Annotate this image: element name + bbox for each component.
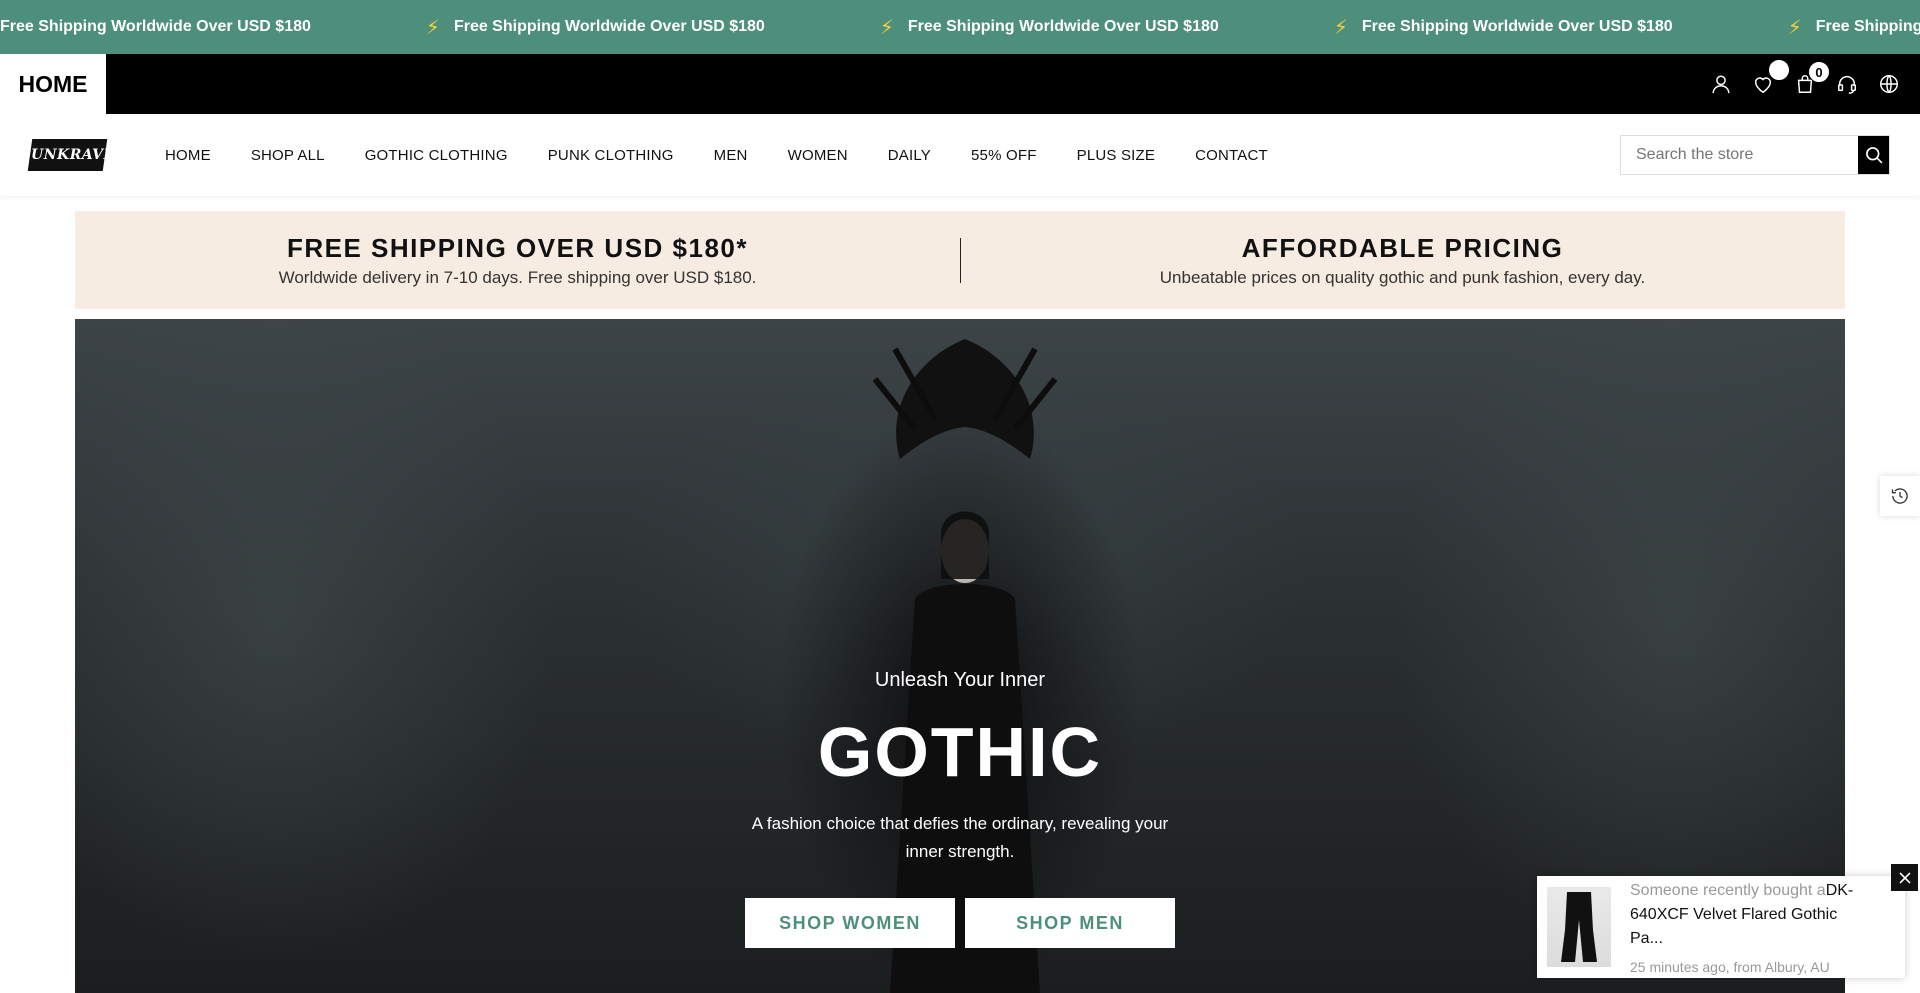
promo-free-shipping: FREE SHIPPING OVER USD $180* Worldwide d… [75,211,960,309]
nav-item-plus-size[interactable]: PLUS SIZE [1077,147,1156,164]
top-bar: HOME 0 [0,54,1920,114]
toast-prefix: Someone recently bought a [1630,882,1826,899]
search-button[interactable] [1858,136,1889,174]
punkrave-logo[interactable]: PUNKRAVE [20,139,115,171]
promo-subtitle: Unbeatable prices on quality gothic and … [1159,267,1646,287]
hero-description: A fashion choice that defies the ordinar… [751,814,1169,861]
nav-item-contact[interactable]: CONTACT [1195,147,1268,164]
recently-viewed-button[interactable] [1880,476,1920,516]
promo-strip: FREE SHIPPING OVER USD $180* Worldwide d… [75,211,1845,309]
toast-message: Someone recently bought aDK-640XCF Velve… [1630,879,1870,951]
nav-links: HOME SHOP ALL GOTHIC CLOTHING PUNK CLOTH… [165,114,1308,196]
search-icon [1865,147,1883,164]
promo-divider [960,238,961,283]
nav-item-gothic-clothing[interactable]: GOTHIC CLOTHING [365,147,508,164]
nav-item-shop-all[interactable]: SHOP ALL [251,147,325,164]
announcement-item: ⚡ Free Shipping Worldwide Over USD $180 [1788,15,1920,40]
nav-item-55-off[interactable]: 55% OFF [971,147,1037,164]
nav-item-daily[interactable]: DAILY [888,147,931,164]
promo-title: FREE SHIPPING OVER USD $180* [286,232,749,263]
toast-close-button[interactable] [1891,864,1918,891]
announcement-text: Free Shipping Worldwide Over USD $180 [907,18,1219,35]
nav-item-men[interactable]: MEN [714,147,748,164]
promo-affordable-pricing: AFFORDABLE PRICING Unbeatable prices on … [960,211,1845,309]
toast-meta: 25 minutes ago, from Albury, AU [1630,959,1830,975]
wishlist-icon[interactable] [1752,59,1790,95]
close-icon [1898,871,1911,884]
nav-item-punk-clothing[interactable]: PUNK CLOTHING [548,147,674,164]
announcement-text: Free Shipping Worldwide Over USD $180 [1361,18,1673,35]
announcement-item: Free Shipping Worldwide Over USD $180 [0,18,426,36]
hero-buttons: SHOP WOMEN SHOP MEN [745,898,1175,948]
history-icon [1891,488,1908,504]
cart-icon[interactable]: 0 [1794,61,1830,95]
shop-men-button[interactable]: SHOP MEN [965,898,1175,948]
search-bar [1620,135,1890,175]
home-tab[interactable]: HOME [0,54,106,114]
promo-title: AFFORDABLE PRICING [1241,232,1564,263]
announcement-text: Free Shipping Worldwide Over USD $180 [0,18,311,35]
announcement-text: Free Shipping Worldwide Over USD $180 [1815,18,1920,35]
hero-model-image [872,339,1058,993]
cart-count-badge: 0 [1808,61,1830,83]
hero-content: Unleash Your Inner GOTHIC A fashion choi… [75,669,1845,866]
globe-icon[interactable] [1878,73,1900,95]
wishlist-count-badge [1768,59,1790,81]
nav-item-home[interactable]: HOME [165,147,211,164]
announcement-text: Free Shipping Worldwide Over USD $180 [453,18,765,35]
promo-subtitle: Worldwide delivery in 7-10 days. Free sh… [278,267,757,287]
announcement-item: ⚡ Free Shipping Worldwide Over USD $180 [880,15,1334,40]
logo-text: PUNKRAVE [20,147,115,163]
hero-title: GOTHIC [817,713,1103,791]
hero-subheading: Unleash Your Inner [874,669,1046,691]
top-icons: 0 [1710,54,1900,114]
shop-women-button[interactable]: SHOP WOMEN [745,898,955,948]
account-icon[interactable] [1710,73,1732,95]
nav-item-women[interactable]: WOMEN [788,147,848,164]
announcement-track: Free Shipping Worldwide Over USD $180 ⚡ … [0,0,1920,54]
announcement-bar: Free Shipping Worldwide Over USD $180 ⚡ … [0,0,1920,54]
product-thumbnail[interactable] [1547,887,1611,967]
search-input[interactable] [1621,136,1858,174]
lightning-icon: ⚡ [425,16,440,39]
lightning-icon: ⚡ [1787,16,1802,39]
main-navigation: PUNKRAVE HOME SHOP ALL GOTHIC CLOTHING P… [0,114,1920,196]
recent-purchase-toast[interactable]: Someone recently bought aDK-640XCF Velve… [1537,876,1905,978]
announcement-item: ⚡ Free Shipping Worldwide Over USD $180 [1334,15,1788,40]
announcement-item: ⚡ Free Shipping Worldwide Over USD $180 [426,15,880,40]
toast-body: Someone recently bought aDK-640XCF Velve… [1630,879,1870,975]
lightning-icon: ⚡ [879,16,894,39]
support-icon[interactable] [1836,73,1858,95]
lightning-icon: ⚡ [1333,16,1348,39]
